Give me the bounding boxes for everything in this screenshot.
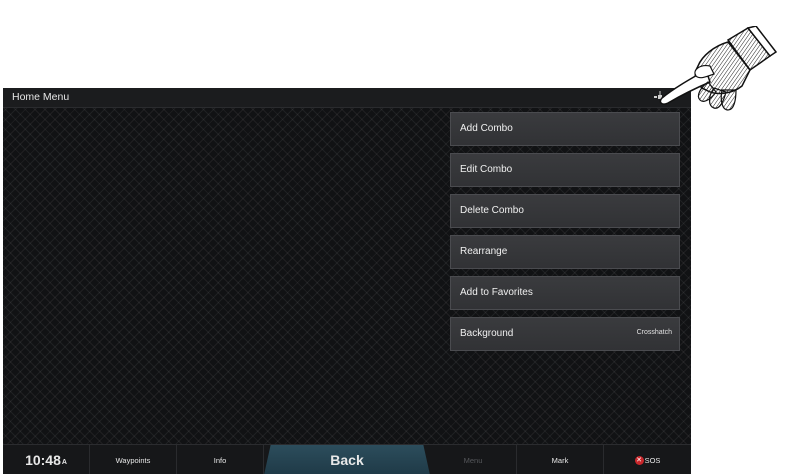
bottom-toolbar: 10:48 A Waypoints Info Back Menu Mark ✕ SO… (3, 444, 691, 474)
menu-label: Menu (463, 455, 483, 465)
pointing-hand-icon (659, 26, 778, 111)
menu-item-label: Add Combo (460, 123, 513, 134)
sos-label: SOS (644, 455, 661, 465)
background-value: Crosshatch (636, 329, 672, 336)
rearrange-button[interactable]: Rearrange (450, 235, 680, 269)
sos-icon: ✕ (634, 455, 644, 465)
add-combo-button[interactable]: Add Combo (450, 112, 680, 146)
waypoints-button[interactable]: Waypoints (90, 445, 177, 474)
clock-suffix: A (61, 458, 67, 466)
menu-item-label: Add to Favorites (460, 287, 533, 298)
menu-item-label: Rearrange (460, 246, 508, 257)
back-label: Back (330, 452, 364, 468)
menu-item-label: Background (460, 328, 514, 339)
delete-combo-button[interactable]: Delete Combo (450, 194, 680, 228)
clock-time: 10:48 (25, 452, 61, 468)
page-title: Home Menu (12, 91, 70, 103)
title-bar: Home Menu (3, 88, 691, 108)
info-label: Info (213, 455, 227, 465)
background-setting-button[interactable]: Background Crosshatch (450, 317, 680, 351)
home-menu-list: Add Combo Edit Combo Delete Combo Rearra… (450, 112, 680, 358)
waypoints-label: Waypoints (115, 455, 151, 465)
mark-button[interactable]: Mark (517, 445, 604, 474)
chartplotter-screen: Home Menu Add Combo Edit Combo Delete Co… (3, 88, 691, 474)
menu-item-label: Delete Combo (460, 205, 524, 216)
clock: 10:48 A (3, 445, 90, 474)
menu-button[interactable]: Menu (430, 445, 517, 474)
back-button[interactable]: Back (264, 445, 430, 474)
edit-combo-button[interactable]: Edit Combo (450, 153, 680, 187)
add-to-favorites-button[interactable]: Add to Favorites (450, 276, 680, 310)
mark-label: Mark (551, 455, 569, 465)
menu-item-label: Edit Combo (460, 164, 513, 175)
sos-button[interactable]: ✕ SOS (604, 445, 691, 474)
info-button[interactable]: Info (177, 445, 264, 474)
